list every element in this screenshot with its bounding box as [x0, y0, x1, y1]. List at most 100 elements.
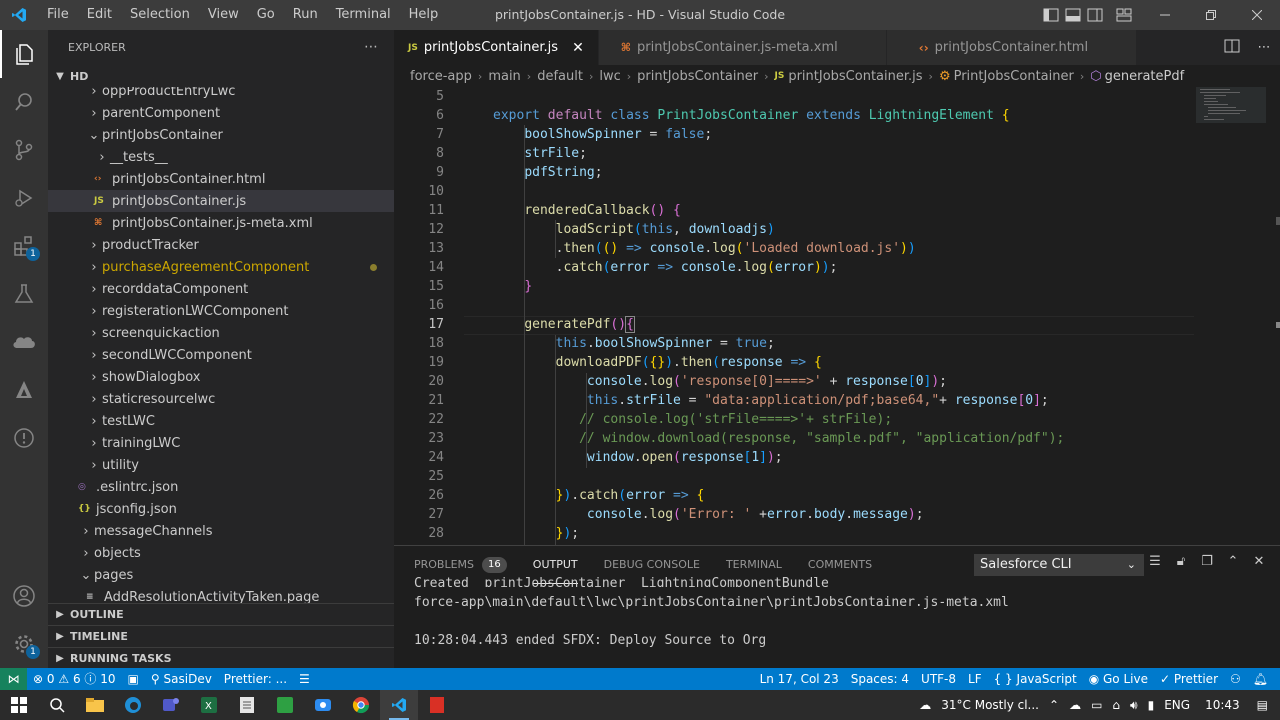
lock-scroll-icon[interactable]: 🔓︎	[1168, 554, 1194, 569]
breadcrumb-item[interactable]: default	[537, 69, 583, 84]
breadcrumb-item[interactable]: PrintJobsContainer	[954, 69, 1074, 84]
editor-scrollbar[interactable]	[1266, 87, 1280, 545]
search-icon[interactable]	[0, 78, 48, 126]
menu-help[interactable]: Help	[400, 0, 448, 30]
outline-section[interactable]: ▶ OUTLINE	[48, 603, 394, 625]
workspace-root[interactable]: ▼ HD	[48, 65, 394, 87]
network-icon[interactable]: ⌂	[1107, 698, 1125, 712]
breadcrumb-item[interactable]: lwc	[599, 69, 620, 84]
clear-output-icon[interactable]: ☰	[1142, 554, 1168, 569]
excel-icon[interactable]: X	[190, 690, 228, 720]
cursor-position[interactable]: Ln 17, Col 23	[754, 668, 845, 690]
tree-folder[interactable]: › recorddataComponent	[48, 278, 394, 300]
more-actions-icon[interactable]: ⋯	[364, 30, 378, 65]
tree-folder[interactable]: › staticresourcelwc	[48, 388, 394, 410]
tree-folder[interactable]: ⌄ pages	[48, 564, 394, 586]
restore-button[interactable]	[1188, 0, 1234, 30]
breadcrumb-item[interactable]: main	[488, 69, 520, 84]
tree-folder[interactable]: › testLWC	[48, 410, 394, 432]
prettier-status[interactable]: ✓ Prettier	[1154, 668, 1224, 690]
tree-file[interactable]: ‹› printJobsContainer.html	[48, 168, 394, 190]
notepad-icon[interactable]	[228, 690, 266, 720]
tab-printjobscontainer-meta-xml[interactable]: ⌘ printJobsContainer.js-meta.xml	[598, 30, 887, 65]
timeline-section[interactable]: ▶ TIMELINE	[48, 625, 394, 647]
tree-folder[interactable]: › messageChannels	[48, 520, 394, 542]
breadcrumb-item[interactable]: printJobsContainer	[637, 69, 758, 84]
menu-terminal[interactable]: Terminal	[327, 0, 400, 30]
menu-selection[interactable]: Selection	[121, 0, 199, 30]
volume-icon[interactable]: 🔊︎	[1125, 698, 1143, 713]
breadcrumb-item[interactable]: generatePdf	[1105, 69, 1185, 84]
chrome-icon[interactable]	[342, 690, 380, 720]
tree-folder[interactable]: › objects	[48, 542, 394, 564]
edge-browser-icon[interactable]	[114, 690, 152, 720]
breadcrumb-item[interactable]: printJobsContainer.js	[788, 69, 922, 84]
tree-file[interactable]: ≡ AddResolutionActivityTaken.page	[48, 586, 394, 605]
extensions-icon[interactable]: 1	[0, 222, 48, 270]
menu-go[interactable]: Go	[248, 0, 284, 30]
tab-printjobscontainer-html[interactable]: ‹› printJobsContainer.html	[886, 30, 1138, 65]
notifications-bell-icon[interactable]: 🔔︎	[1247, 668, 1280, 690]
tree-file[interactable]: ◎ .eslintrc.json	[48, 476, 394, 498]
maximize-panel-icon[interactable]: ⌃	[1220, 554, 1246, 569]
menu-run[interactable]: Run	[284, 0, 327, 30]
tree-file[interactable]: JS printJobsContainer.js	[48, 190, 394, 212]
running-tasks-section[interactable]: ▶ RUNNING TASKS	[48, 647, 394, 669]
camera-app-icon[interactable]	[304, 690, 342, 720]
code-editor[interactable]: 5 6 7 8 9 10 11 12 13 14 15 16 17 18 19 20 21 22 23 24 25 26 2…	[394, 87, 1280, 545]
tree-folder[interactable]: › __tests__	[48, 146, 394, 168]
end-of-line[interactable]: LF	[962, 668, 988, 690]
tree-folder[interactable]: › parentComponent	[48, 102, 394, 124]
language-indicator[interactable]: ENG	[1159, 698, 1195, 712]
menu-view[interactable]: View	[199, 0, 248, 30]
tree-folder[interactable]: › registerationLWCComponent	[48, 300, 394, 322]
menu-file[interactable]: File	[38, 0, 78, 30]
battery-icon[interactable]: ▮	[1143, 698, 1160, 712]
tree-file[interactable]: {} jsconfig.json	[48, 498, 394, 520]
notification-center-icon[interactable]: ▤	[1245, 698, 1280, 712]
show-hidden-icons[interactable]: ⌃	[1044, 698, 1064, 712]
app-icon[interactable]	[266, 690, 304, 720]
minimap[interactable]	[1196, 87, 1266, 545]
salesforce-cloud-icon[interactable]	[0, 318, 48, 366]
tree-folder[interactable]: › trainingLWC	[48, 432, 394, 454]
tree-file[interactable]: ⌘ printJobsContainer.js-meta.xml	[48, 212, 394, 234]
tree-folder[interactable]: › purchaseAgreementComponent	[48, 256, 394, 278]
teams-icon[interactable]	[152, 690, 190, 720]
breadcrumb-item[interactable]: force-app	[410, 69, 472, 84]
tree-folder[interactable]: › utility	[48, 454, 394, 476]
pdf-app-icon[interactable]	[418, 690, 456, 720]
encoding[interactable]: UTF-8	[915, 668, 962, 690]
tree-folder[interactable]: › oppProductEntryLwc	[48, 87, 394, 102]
file-explorer-icon[interactable]	[76, 690, 114, 720]
output-channel-select[interactable]: Salesforce CLI ⌄	[974, 554, 1144, 576]
taskbar-search-icon[interactable]	[38, 690, 76, 720]
accounts-status-icon[interactable]: ⚇	[1224, 668, 1247, 690]
tree-folder[interactable]: ⌄ printJobsContainer	[48, 124, 394, 146]
menu-edit[interactable]: Edit	[78, 0, 121, 30]
manage-gear-icon[interactable]: 1	[0, 620, 48, 668]
onedrive-icon[interactable]: ☁	[1064, 698, 1086, 712]
minimize-button[interactable]	[1142, 0, 1188, 30]
testing-icon[interactable]	[0, 270, 48, 318]
display-icon[interactable]: ▭	[1086, 698, 1107, 712]
close-panel-icon[interactable]: ✕	[1246, 554, 1272, 569]
info-icon[interactable]	[0, 414, 48, 462]
weather-cloud-icon[interactable]: ☁	[914, 698, 936, 712]
problems-status[interactable]: ⊗ 0 ⚠ 6 ⓘ 10	[27, 668, 122, 690]
remote-indicator[interactable]: ⋈	[0, 668, 27, 690]
open-in-editor-icon[interactable]: ❐	[1194, 554, 1220, 569]
tree-folder[interactable]: › showDialogbox	[48, 366, 394, 388]
clock[interactable]: 10:43	[1195, 698, 1245, 712]
tree-folder[interactable]: › secondLWCComponent	[48, 344, 394, 366]
toggle-secondary-sidebar-icon[interactable]	[1084, 0, 1106, 30]
run-debug-icon[interactable]	[0, 174, 48, 222]
deploy-status-icon[interactable]: ▣	[122, 668, 145, 690]
close-window-button[interactable]	[1234, 0, 1280, 30]
close-tab-icon[interactable]: ✕	[572, 40, 584, 56]
weather-text[interactable]: 31°C Mostly cl...	[936, 698, 1044, 712]
prettier-status-left[interactable]: Prettier: ...	[218, 668, 293, 690]
go-live-button[interactable]: ◉ Go Live	[1083, 668, 1154, 690]
tab-printjobscontainer-js[interactable]: JS printJobsContainer.js ✕	[394, 30, 599, 65]
accounts-icon[interactable]	[0, 572, 48, 620]
